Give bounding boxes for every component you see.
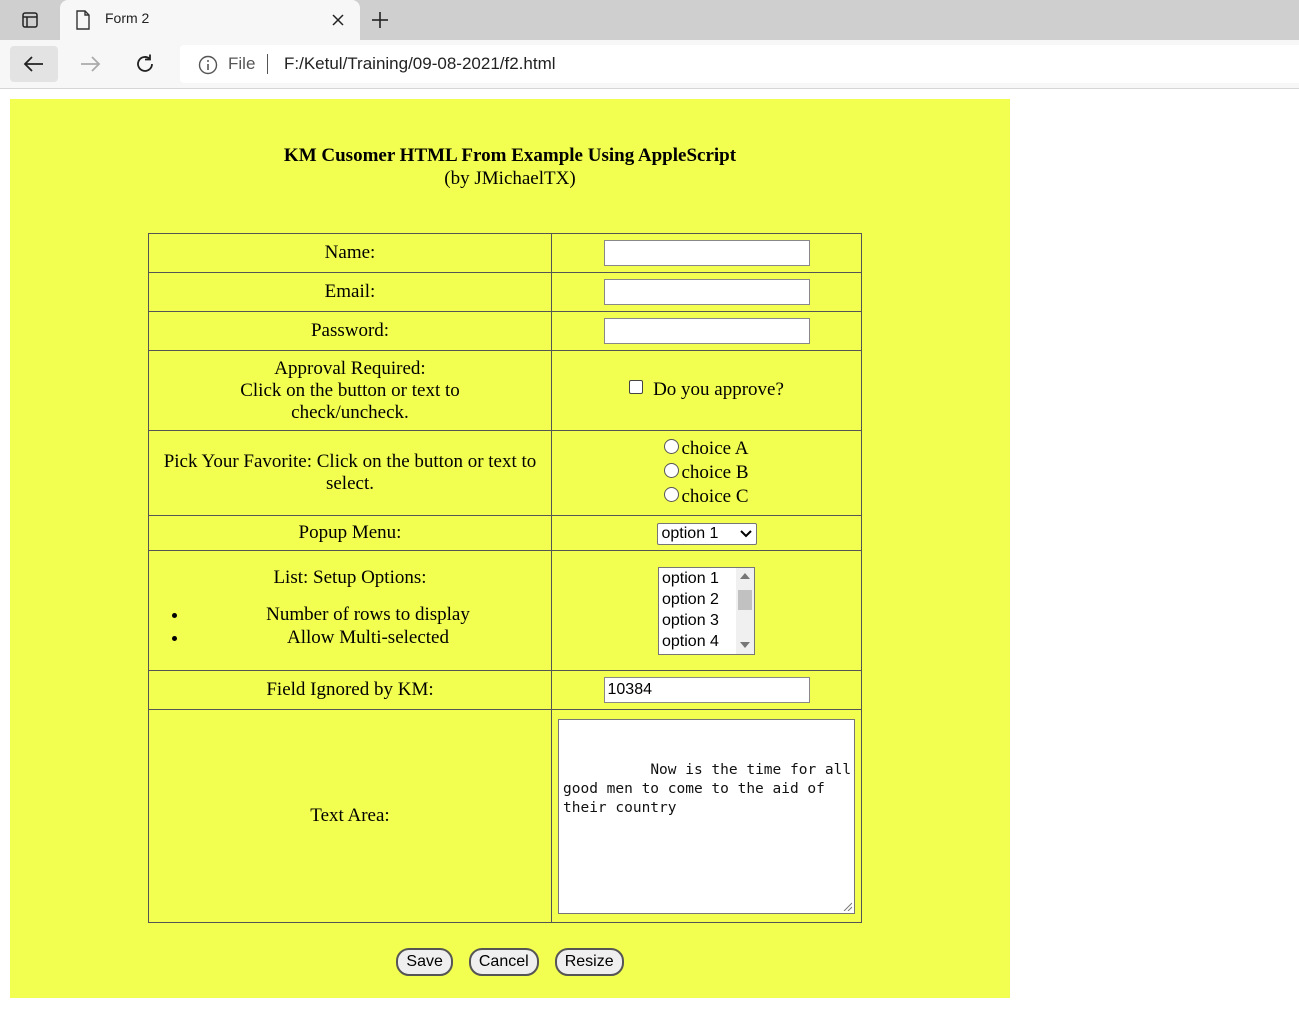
resize-grip-icon[interactable] (842, 901, 852, 911)
approve-checkbox-control[interactable]: Do you approve? (629, 379, 784, 401)
scroll-up-icon[interactable] (740, 572, 750, 579)
textarea-row: Text Area: Now is the time for all good … (148, 709, 862, 923)
password-label: Password: (148, 311, 552, 351)
name-row: Name: (148, 233, 862, 273)
list-bullet-item: Number of rows to display (189, 603, 547, 626)
password-input[interactable] (603, 318, 810, 344)
form-buttons: Save Cancel Resize (10, 948, 1010, 976)
email-input[interactable] (603, 279, 810, 305)
radio-button[interactable] (664, 486, 680, 502)
cancel-button[interactable]: Cancel (468, 948, 539, 976)
scroll-down-icon[interactable] (740, 641, 750, 648)
close-icon[interactable] (328, 10, 348, 30)
email-row: Email: (148, 272, 862, 312)
approval-label-instructions: Click on the button or text to check/unc… (240, 379, 460, 423)
address-bar[interactable]: File F:/Ketul/Training/09-08-2021/f2.htm… (180, 45, 1299, 83)
text-area-content: Now is the time for all good men to come… (563, 761, 860, 816)
radio-label[interactable]: choice B (681, 462, 748, 484)
ignored-field-row: Field Ignored by KM: (148, 670, 862, 710)
list-label: List: Setup Options: (273, 566, 427, 588)
list-bullets: Number of rows to display Allow Multi-se… (153, 603, 547, 649)
browser-tab-active[interactable]: Form 2 (60, 0, 360, 40)
radio-choice-a[interactable]: choice A (556, 437, 857, 461)
approval-label: Approval Required: Click on the button o… (148, 350, 552, 431)
info-icon[interactable] (198, 55, 218, 80)
address-divider (267, 54, 268, 74)
name-input[interactable] (603, 240, 810, 266)
back-arrow-icon[interactable] (10, 46, 58, 82)
popup-label: Popup Menu: (148, 515, 552, 551)
forward-arrow-icon[interactable] (66, 46, 114, 82)
list-row: List: Setup Options: Number of rows to d… (148, 550, 862, 671)
form-subtitle: (by JMichaelTX) (444, 168, 576, 189)
browser-tabbar: Form 2 (0, 0, 1299, 40)
form-panel: KM Cusomer HTML From Example Using Apple… (10, 99, 1010, 998)
new-tab-icon[interactable] (368, 8, 392, 32)
password-row: Password: (148, 311, 862, 351)
popup-select[interactable]: option 1 (656, 522, 757, 545)
scroll-thumb[interactable] (738, 589, 752, 610)
favorite-row: Pick Your Favorite: Click on the button … (148, 430, 862, 516)
radio-choice-c[interactable]: choice C (556, 485, 857, 509)
radio-label[interactable]: choice C (681, 486, 748, 508)
options-listbox[interactable]: option 1 option 2 option 3 option 4 (658, 566, 755, 655)
resize-button[interactable]: Resize (554, 948, 624, 976)
list-bullet-item: Allow Multi-selected (189, 626, 547, 649)
refresh-icon[interactable] (121, 46, 169, 82)
radio-label[interactable]: choice A (681, 438, 748, 460)
approval-row: Approval Required: Click on the button o… (148, 350, 862, 431)
text-area[interactable]: Now is the time for all good men to come… (558, 718, 855, 914)
form-table: Name: Email: Password: Approval Required… (148, 233, 862, 923)
list-label-cell: List: Setup Options: Number of rows to d… (148, 550, 552, 671)
radio-group: choice A choice B choice C (551, 430, 862, 516)
tab-actions-icon[interactable] (8, 6, 52, 34)
textarea-label: Text Area: (148, 709, 552, 923)
popup-row: Popup Menu: option 1 (148, 515, 862, 551)
email-label: Email: (148, 272, 552, 312)
radio-choice-b[interactable]: choice B (556, 461, 857, 485)
favorite-label: Pick Your Favorite: Click on the button … (148, 430, 552, 516)
listbox-scrollbar[interactable] (736, 567, 754, 654)
approval-label-title: Approval Required: (274, 357, 426, 379)
address-scheme: File (228, 54, 256, 73)
address-url[interactable]: F:/Ketul/Training/09-08-2021/f2.html (284, 54, 556, 74)
radio-button[interactable] (664, 438, 680, 454)
page-icon (75, 10, 91, 35)
popup-selected-value: option 1 (661, 524, 719, 542)
form-title: KM Cusomer HTML From Example Using Apple… (283, 145, 737, 166)
approve-checkbox-label[interactable]: Do you approve? (653, 379, 784, 401)
chevron-down-icon (739, 525, 752, 543)
save-button[interactable]: Save (396, 948, 453, 976)
browser-toolbar: File F:/Ketul/Training/09-08-2021/f2.htm… (0, 40, 1299, 89)
approve-checkbox[interactable] (629, 379, 644, 394)
radio-button[interactable] (664, 462, 680, 478)
tab-title: Form 2 (105, 10, 150, 26)
name-label: Name: (148, 233, 552, 273)
ignored-field-label: Field Ignored by KM: (148, 670, 552, 710)
ignored-field-input[interactable] (603, 677, 810, 703)
